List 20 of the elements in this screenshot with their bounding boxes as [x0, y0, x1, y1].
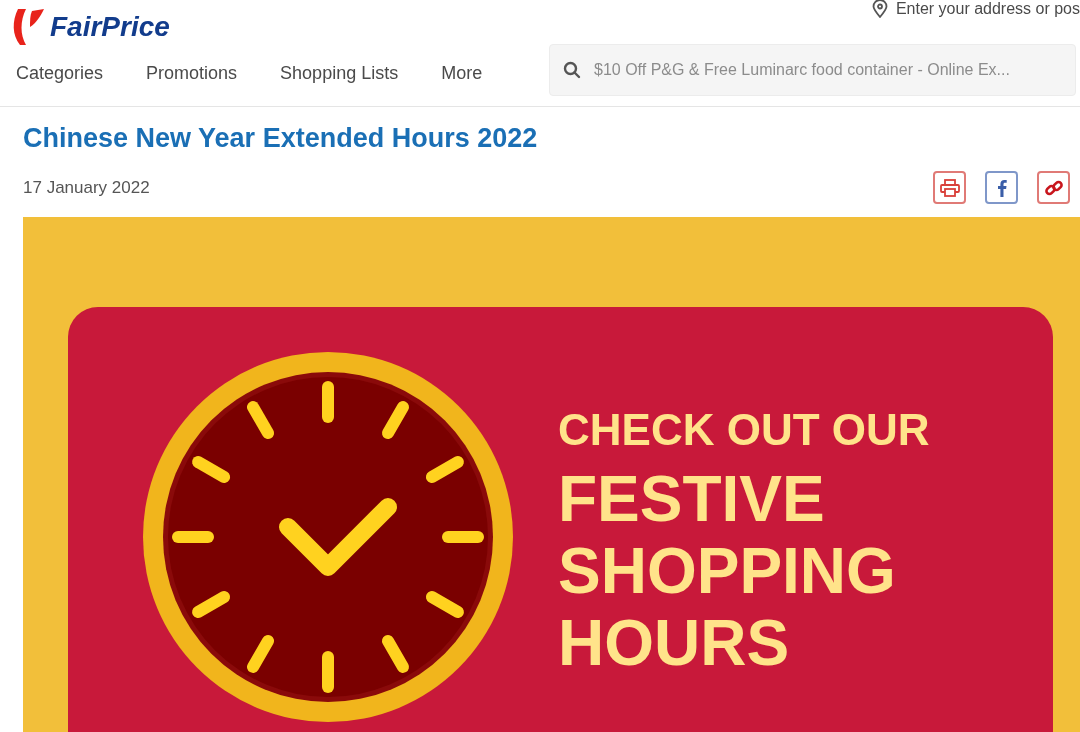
article-date: 17 January 2022 [23, 177, 150, 199]
nav-link[interactable]: Shopping Lists [280, 60, 399, 87]
search-field[interactable]: $10 Off P&G & Free Luminarc food container - Online Ex... [549, 44, 1076, 96]
printer-icon [939, 178, 960, 197]
nav-link[interactable]: More [441, 60, 483, 87]
address-prompt[interactable]: Enter your address or pos [895, 0, 1080, 21]
article-title: Chinese New Year Extended Hours 2022 [23, 122, 539, 155]
banner-headline: HOURS [558, 607, 791, 679]
share-button[interactable] [1037, 171, 1070, 204]
banner-headline: FESTIVE [558, 463, 826, 535]
banner-headline: CHECK OUT OUR [558, 404, 930, 456]
search-icon [563, 61, 581, 79]
location-pin-icon [871, 0, 888, 18]
nav-link[interactable]: Categories [16, 60, 104, 87]
facebook-icon [996, 178, 1007, 197]
share-button[interactable] [933, 171, 966, 204]
share-button[interactable] [985, 171, 1018, 204]
logo-wordmark[interactable]: FairPrice [50, 6, 170, 48]
banner-headline: SHOPPING [558, 535, 897, 607]
nav-link[interactable]: Promotions [146, 60, 238, 87]
